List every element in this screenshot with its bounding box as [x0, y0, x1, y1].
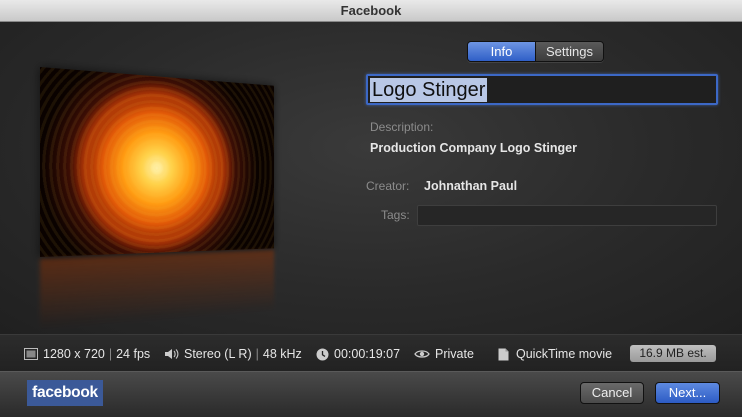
tags-input[interactable]	[417, 205, 717, 226]
description-label: Description:	[370, 120, 434, 134]
tags-label: Tags:	[381, 208, 410, 222]
frame-icon	[24, 348, 38, 360]
description-value[interactable]: Production Company Logo Stinger	[370, 141, 577, 155]
file-size-badge: 16.9 MB est.	[630, 345, 716, 362]
window-title: Facebook	[0, 0, 742, 22]
facebook-logo: facebook	[27, 380, 103, 406]
tab-group: Info Settings	[467, 41, 604, 62]
tab-settings[interactable]: Settings	[535, 42, 603, 61]
tab-info[interactable]: Info	[468, 42, 535, 61]
video-preview-thumbnail	[40, 67, 275, 257]
preview-area	[40, 67, 315, 329]
resolution-text: 1280 x 720	[43, 347, 105, 361]
status-bar: 1280 x 720 | 24 fps Stereo (L R) | 48 kH…	[0, 334, 742, 371]
document-icon	[498, 348, 509, 360]
duration-info: 00:00:19:07	[316, 346, 400, 362]
preview-reflection	[40, 250, 275, 329]
creator-value[interactable]: Johnathan Paul	[424, 179, 517, 193]
eye-icon	[414, 350, 430, 358]
format-text: QuickTime movie	[516, 347, 613, 361]
footer: facebook Cancel Next...	[0, 371, 742, 417]
privacy-text: Private	[435, 347, 474, 361]
clock-icon	[316, 348, 329, 360]
speaker-icon	[165, 349, 179, 359]
title-input[interactable]: Logo Stinger	[366, 74, 718, 105]
sample-rate-text: 48 kHz	[262, 347, 302, 361]
share-panel: Info Settings Logo Stinger Description: …	[0, 22, 742, 334]
duration-text: 00:00:19:07	[334, 347, 401, 361]
resolution-info: 1280 x 720 | 24 fps	[24, 346, 150, 362]
title-input-value: Logo Stinger	[370, 78, 488, 102]
next-button[interactable]: Next...	[655, 382, 720, 404]
cancel-button[interactable]: Cancel	[580, 382, 644, 404]
fps-text: 24 fps	[116, 347, 151, 361]
audio-text: Stereo (L R)	[184, 347, 252, 361]
format-info: QuickTime movie	[498, 346, 612, 362]
privacy-info: Private	[414, 346, 474, 362]
creator-label: Creator:	[366, 179, 410, 193]
audio-info: Stereo (L R) | 48 kHz	[164, 346, 302, 362]
